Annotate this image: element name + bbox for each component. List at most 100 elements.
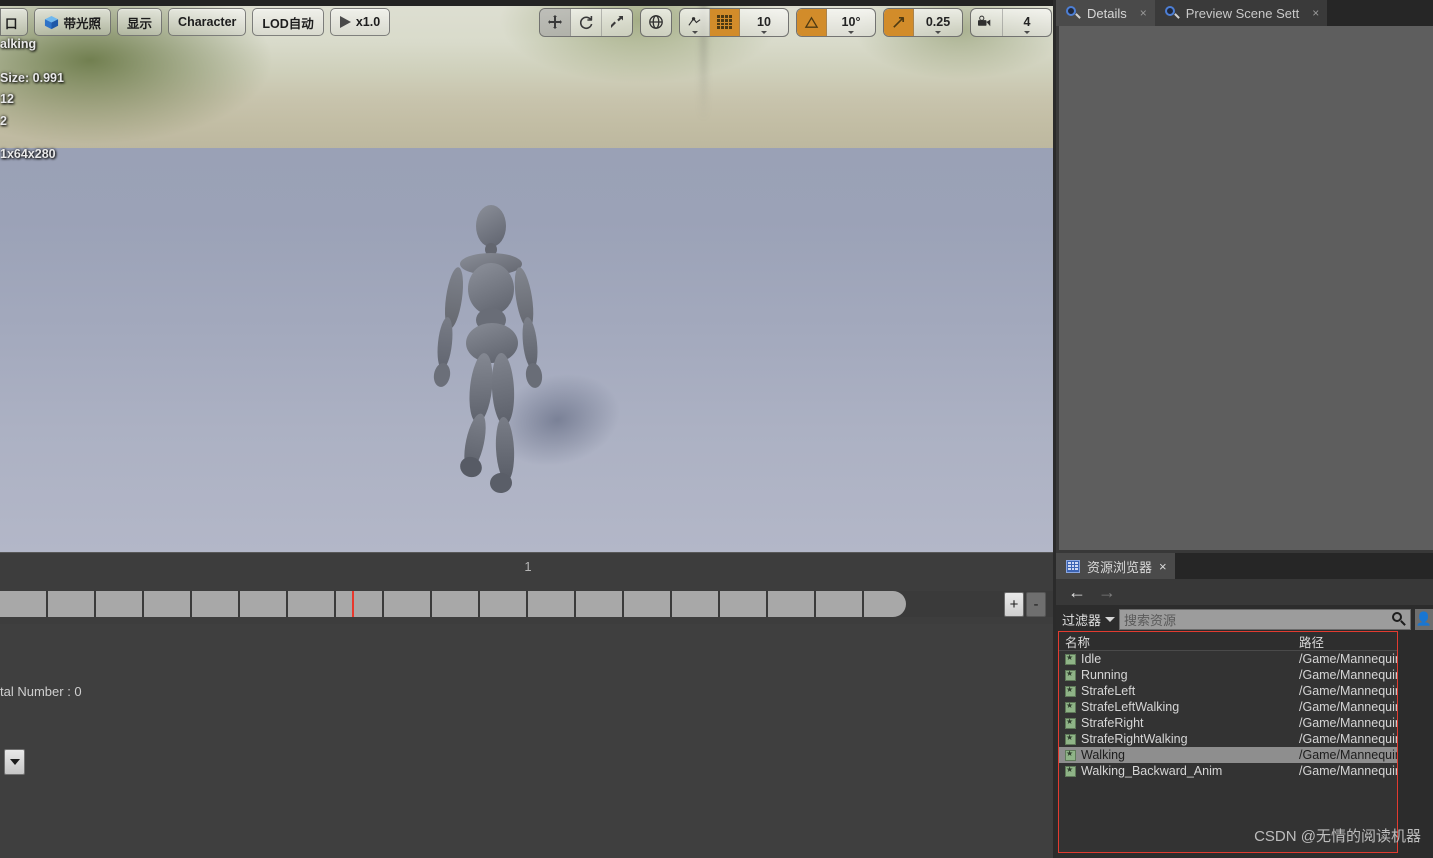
asset-row[interactable]: StrafeRightWalking/Game/Mannequin/mi bbox=[1059, 731, 1397, 747]
toolbar-lit-button[interactable]: 带光照 bbox=[33, 8, 112, 36]
tab-preview-scene-label: Preview Scene Sett bbox=[1185, 5, 1300, 21]
asset-path: /Game/Mannequin/mi bbox=[1299, 700, 1397, 714]
close-icon[interactable]: × bbox=[1312, 6, 1319, 20]
camera-speed-value[interactable]: 4 bbox=[1003, 9, 1051, 36]
forward-arrow-icon[interactable]: → bbox=[1098, 583, 1116, 601]
asset-list-header: 名称 路径 bbox=[1059, 632, 1397, 651]
scale-snap-icon[interactable] bbox=[884, 8, 914, 36]
viewport-top-strip bbox=[0, 0, 1056, 6]
timeline-segment[interactable] bbox=[0, 591, 48, 617]
asset-browser-tab-strip: 资源浏览器 × bbox=[1056, 553, 1433, 579]
angle-snap-icon[interactable] bbox=[797, 8, 827, 36]
filter-button[interactable]: 过滤器 bbox=[1062, 610, 1116, 629]
grid-snap-icon[interactable] bbox=[710, 8, 740, 36]
asset-row[interactable]: Walking/Game/Mannequin/mi bbox=[1059, 747, 1397, 763]
toolbar-lod-label: LOD自动 bbox=[262, 16, 314, 31]
world-globe-icon[interactable] bbox=[641, 9, 671, 36]
watermark: CSDN @无情的阅读机器 bbox=[1254, 828, 1421, 845]
viewport-toolbar-right: 10 10° 0.25 4 bbox=[539, 7, 1052, 37]
asset-path: /Game/Mannequin/mi bbox=[1299, 748, 1397, 762]
animation-asset-icon bbox=[1065, 684, 1076, 697]
scale-icon[interactable] bbox=[602, 9, 632, 36]
timeline-segment[interactable] bbox=[288, 591, 336, 617]
timeline-segment[interactable] bbox=[144, 591, 192, 617]
toolbar-character-button[interactable]: Character bbox=[168, 8, 247, 36]
chevron-down-icon bbox=[1105, 616, 1116, 622]
timeline-segment[interactable] bbox=[96, 591, 144, 617]
toolbar-lod-button[interactable]: LOD自动 bbox=[252, 8, 324, 36]
view-options-button[interactable]: 👤 bbox=[1415, 608, 1433, 630]
surface-snap-icon[interactable] bbox=[680, 8, 710, 36]
asset-list[interactable]: 名称 路径 Idle/Game/Mannequin/miRunning/Game… bbox=[1058, 631, 1398, 853]
timeline-scrub-handle[interactable] bbox=[864, 591, 906, 617]
timeline-segment[interactable] bbox=[240, 591, 288, 617]
timeline-segment[interactable] bbox=[480, 591, 528, 617]
animation-asset-icon bbox=[1065, 652, 1076, 665]
left-column: alking Size: 0.991 12 2 1x64x280 口 带光照 显… bbox=[0, 0, 1056, 858]
search-input[interactable]: 搜索资源 bbox=[1119, 608, 1411, 630]
viewport-stats-overlay: alking Size: 0.991 12 2 1x64x280 bbox=[0, 38, 64, 170]
timeline-decrement-button[interactable]: - bbox=[1026, 592, 1046, 617]
toolbar-show-label: 显示 bbox=[127, 16, 153, 31]
close-icon[interactable]: × bbox=[1140, 6, 1147, 20]
timeline-segment[interactable] bbox=[720, 591, 768, 617]
angle-snap-value-text: 10° bbox=[841, 15, 861, 29]
asset-row[interactable]: Walking_Backward_Anim/Game/Mannequin/mi bbox=[1059, 763, 1397, 779]
viewport-3d[interactable]: alking Size: 0.991 12 2 1x64x280 口 带光照 显… bbox=[0, 0, 1056, 552]
translate-icon[interactable] bbox=[540, 8, 571, 36]
asset-name: StrafeRightWalking bbox=[1081, 732, 1188, 746]
asset-row[interactable]: StrafeLeftWalking/Game/Mannequin/mi bbox=[1059, 699, 1397, 715]
close-icon[interactable]: × bbox=[1159, 559, 1167, 574]
bottom-left-panel: tal Number : 0 bbox=[0, 624, 1056, 858]
rotate-icon[interactable] bbox=[571, 8, 602, 36]
asset-path: /Game/Mannequin/mi bbox=[1299, 716, 1397, 730]
timeline-segment[interactable] bbox=[576, 591, 624, 617]
toolbar-playback-speed-button[interactable]: x1.0 bbox=[329, 8, 391, 36]
bottom-dropdown-button[interactable] bbox=[4, 749, 25, 775]
animation-asset-icon bbox=[1065, 748, 1076, 761]
total-number-label: tal Number : 0 bbox=[0, 684, 82, 699]
chevron-down-icon bbox=[761, 30, 767, 34]
grid-snap-value[interactable]: 10 bbox=[740, 9, 788, 36]
search-icon[interactable] bbox=[1391, 611, 1406, 627]
timeline-segment[interactable] bbox=[528, 591, 576, 617]
chevron-down-icon bbox=[691, 30, 698, 34]
scale-snap-value[interactable]: 0.25 bbox=[914, 9, 962, 36]
timeline-segment[interactable] bbox=[384, 591, 432, 617]
timeline-scrub-bar[interactable] bbox=[0, 591, 1056, 617]
timeline-segment[interactable] bbox=[432, 591, 480, 617]
timeline-segment[interactable] bbox=[624, 591, 672, 617]
column-header-name[interactable]: 名称 bbox=[1059, 632, 1299, 651]
back-arrow-icon[interactable]: ← bbox=[1068, 583, 1086, 601]
timeline-playhead[interactable] bbox=[352, 591, 354, 617]
toolbar-viewport-button[interactable]: 口 bbox=[0, 8, 28, 36]
timeline-segment[interactable] bbox=[336, 591, 384, 617]
timeline-increment-button[interactable]: + bbox=[1004, 592, 1024, 617]
lit-cube-icon bbox=[44, 15, 59, 30]
column-header-path[interactable]: 路径 bbox=[1299, 632, 1397, 651]
right-column: Details × Preview Scene Sett × 资源浏览器 × ←… bbox=[1056, 0, 1433, 858]
grid-snap-value-text: 10 bbox=[757, 15, 771, 29]
angle-snap-value[interactable]: 10° bbox=[827, 9, 875, 36]
asset-row[interactable]: Idle/Game/Mannequin/mi bbox=[1059, 651, 1397, 667]
asset-name: Walking bbox=[1081, 748, 1125, 762]
mannequin-character[interactable] bbox=[428, 205, 548, 495]
timeline-segment[interactable] bbox=[768, 591, 816, 617]
animation-asset-icon bbox=[1065, 716, 1076, 729]
timeline-segment[interactable] bbox=[192, 591, 240, 617]
asset-row[interactable]: StrafeRight/Game/Mannequin/mi bbox=[1059, 715, 1397, 731]
timeline-segment[interactable] bbox=[672, 591, 720, 617]
tab-asset-browser[interactable]: 资源浏览器 × bbox=[1056, 553, 1175, 579]
stat-bones: 12 bbox=[0, 92, 14, 106]
asset-browser-icon bbox=[1066, 559, 1080, 573]
animation-timeline[interactable]: 1 + - bbox=[0, 552, 1056, 625]
timeline-track[interactable] bbox=[0, 591, 906, 617]
timeline-segment[interactable] bbox=[816, 591, 864, 617]
asset-row[interactable]: StrafeLeft/Game/Mannequin/mi bbox=[1059, 683, 1397, 699]
toolbar-show-button[interactable]: 显示 bbox=[117, 8, 163, 36]
tab-details[interactable]: Details × bbox=[1056, 0, 1155, 26]
asset-row[interactable]: Running/Game/Mannequin/mi bbox=[1059, 667, 1397, 683]
tab-preview-scene-settings[interactable]: Preview Scene Sett × bbox=[1154, 0, 1328, 26]
timeline-segment[interactable] bbox=[48, 591, 96, 617]
camera-speed-icon[interactable] bbox=[971, 8, 1003, 36]
